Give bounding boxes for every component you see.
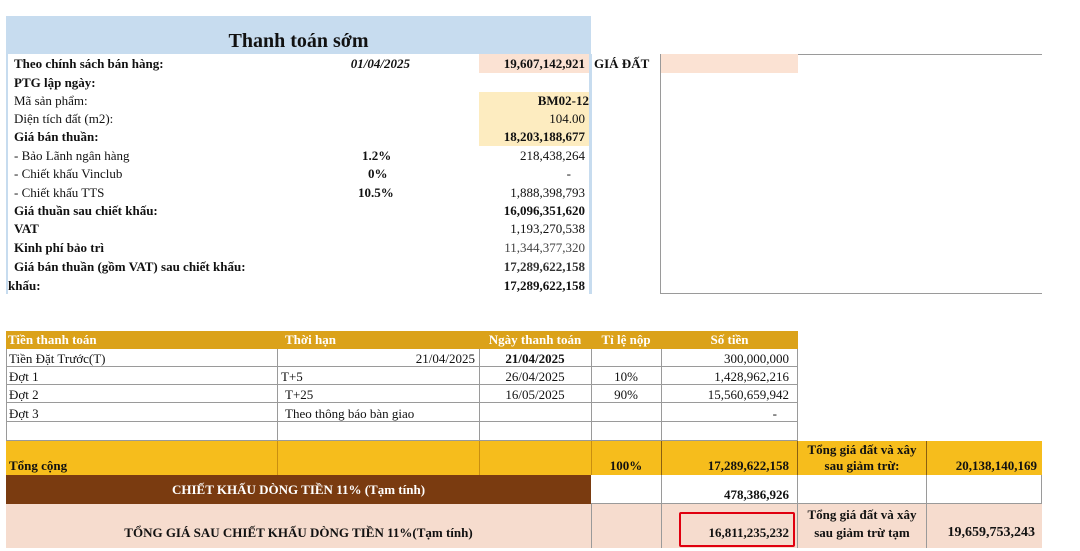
net-price: 18,203,188,677 [503,129,585,144]
total-amount: 17,289,622,158 [707,458,789,473]
khau-value: 17,289,622,158 [503,278,585,293]
maintenance-label: Kinh phí bảo trì [14,240,104,255]
cashflow-value: 478,386,926 [724,487,789,502]
total-label: Tổng cộng [9,458,68,473]
policy-date: 01/04/2025 [350,56,410,71]
tts-pct: 10.5% [358,185,394,200]
row-3-amount: - [772,406,777,421]
row-2-ratio: 90% [614,387,638,402]
row-1-term: T+5 [281,369,303,384]
land-area-label: Diện tích đất (m2): [14,111,114,126]
row-2-date: 16/05/2025 [505,387,565,402]
row-1-date: 26/04/2025 [505,369,565,384]
after-discount-value: 16,096,351,620 [503,203,585,218]
total-land-value: 20,138,140,169 [955,458,1037,473]
tts-value: 1,888,398,793 [510,185,585,200]
khau-label: khấu: [8,278,41,293]
incl-vat-label: Giá bán thuần (gồm VAT) sau chiết khấu: [14,259,246,274]
row-deposit-term: 21/04/2025 [415,351,475,366]
after-discount-label: Giá thuần sau chiết khấu: [14,203,158,218]
vat-value: 1,193,270,538 [510,221,585,236]
header-payment: Tiền thanh toán [8,332,97,347]
row-deposit-amount: 300,000,000 [724,351,789,366]
vinclub-label: - Chiết khấu Vinclub [14,166,123,181]
incl-vat-value: 17,289,622,158 [503,259,585,274]
maintenance-value: 11,344,377,320 [504,240,585,255]
final-land-label-1: Tổng giá đất và xây [807,507,917,522]
row-1-name: Đợt 1 [9,369,39,384]
cashflow-grid [591,475,1042,504]
row-deposit-name: Tiền Đặt Trước(T) [9,351,106,366]
final-land-value: 19,659,753,243 [947,525,1036,540]
cashflow-label: CHIẾT KHẤU DÒNG TIỀN 11% (Tạm tính) [171,482,426,497]
bank-guarantee-pct: 1.2% [362,148,392,163]
vinclub-value: - [566,166,571,181]
right-blue-column [589,54,592,294]
row-3-name: Đợt 3 [9,406,39,421]
row-1-ratio: 10% [614,369,638,384]
row-1-amount: 1,428,962,216 [714,369,789,384]
row-3-term: Theo thông báo bàn giao [285,406,415,421]
final-value-highlight [679,512,795,547]
product-code: BM02-12 [537,93,589,108]
left-blue-column [6,54,8,294]
total-ratio: 100% [609,458,643,473]
land-value: 19,607,142,921 [503,56,585,71]
ptg-label: PTG lập ngày: [14,75,96,90]
land-area: 104.00 [549,111,585,126]
final-label: TỔNG GIÁ SAU CHIẾT KHẤU DÒNG TIỀN 11%(Tạ… [124,525,473,540]
row-2-amount: 15,560,659,942 [707,387,789,402]
notes-panel [660,54,1042,294]
total-land-label-2: sau giảm trừ: [824,458,900,473]
notes-panel-top-line [798,54,1042,55]
bank-guarantee-label: - Bảo Lãnh ngân hàng [14,148,130,163]
tts-label: - Chiết khấu TTS [14,185,105,200]
page-title: Thanh toán sớm [228,30,369,52]
net-price-label: Giá bán thuần: [14,129,99,144]
policy-label: Theo chính sách bán hàng: [14,56,164,71]
vat-label: VAT [14,221,39,236]
product-code-label: Mã sản phẩm: [14,93,88,108]
bank-guarantee-value: 218,438,264 [520,148,585,163]
header-amount: Số tiền [710,332,749,347]
final-land-label-2: sau giảm trừ tạm [814,525,910,540]
row-2-term: T+25 [285,387,314,402]
land-label: GIÁ ĐẤT [594,56,650,71]
header-ratio: Tỉ lệ nộp [601,332,651,347]
header-date: Ngày thanh toán [488,332,582,347]
row-2-name: Đợt 2 [9,387,39,402]
header-term: Thời hạn [285,332,336,347]
row-deposit-date: 21/04/2025 [505,351,565,366]
vinclub-pct: 0% [368,166,388,181]
